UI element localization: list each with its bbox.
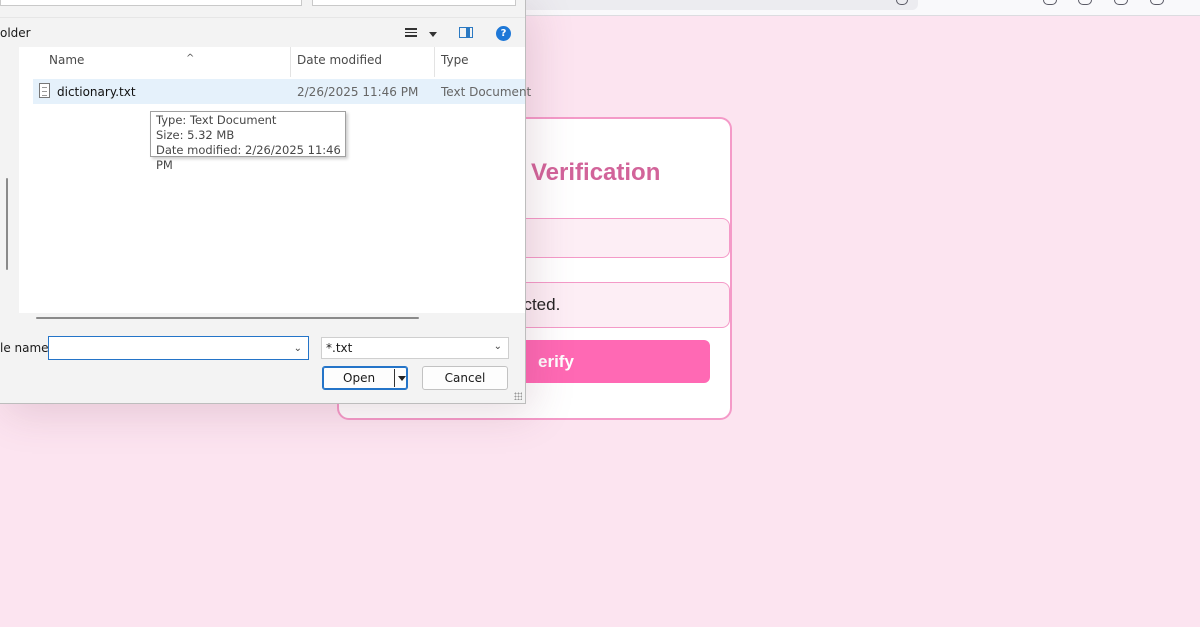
split-divider: [394, 369, 395, 387]
open-dropdown-icon[interactable]: [398, 376, 406, 381]
new-folder-button[interactable]: older: [0, 26, 31, 40]
help-icon[interactable]: ?: [496, 26, 511, 41]
address-input[interactable]: [0, 0, 302, 6]
preview-pane-icon[interactable]: [459, 27, 473, 38]
nav-scrollbar[interactable]: [6, 178, 8, 270]
address-bar[interactable]: [520, 0, 918, 10]
column-type[interactable]: Type: [435, 47, 525, 77]
tooltip-date: Date modified: 2/26/2025 11:46 PM: [156, 143, 341, 172]
menu-icon[interactable]: [1150, 0, 1164, 5]
shield-icon[interactable]: [1043, 0, 1057, 5]
file-tooltip: Type: Text Document Size: 5.32 MB Date m…: [150, 111, 346, 172]
account-icon[interactable]: [1114, 0, 1128, 5]
column-type-label: Type: [441, 53, 469, 67]
file-list: Name ^ Date modified Type dictionary.txt…: [19, 47, 531, 313]
filter-value: *.txt: [326, 341, 353, 355]
tooltip-size: Size: 5.32 MB: [156, 128, 235, 142]
column-name-label: Name: [49, 53, 85, 67]
navigation-pane: [0, 47, 17, 327]
resize-grip-icon[interactable]: [514, 392, 522, 400]
verify-button-label: erify: [538, 351, 574, 371]
view-options-icon[interactable]: [405, 28, 417, 38]
chevron-down-icon[interactable]: ⌄: [294, 343, 302, 354]
file-row[interactable]: dictionary.txt 2/26/2025 11:46 PM Text D…: [33, 79, 531, 104]
chevron-down-icon: ⌄: [493, 341, 502, 352]
open-button[interactable]: Open: [322, 366, 408, 390]
scrollbar-thumb[interactable]: [36, 317, 419, 319]
view-dropdown-icon[interactable]: [429, 32, 437, 37]
tooltip-type: Type: Text Document: [156, 113, 277, 127]
file-type: Text Document: [441, 85, 532, 99]
file-name-label: le name:: [0, 341, 53, 355]
cancel-button[interactable]: Cancel: [422, 366, 508, 390]
horizontal-scrollbar[interactable]: [19, 313, 525, 327]
open-button-label: Open: [343, 371, 376, 385]
file-name: dictionary.txt: [57, 85, 136, 99]
extensions-icon[interactable]: [1078, 0, 1092, 5]
text-file-icon: [39, 83, 50, 98]
file-name-input[interactable]: ⌄: [48, 336, 309, 360]
column-date-label: Date modified: [297, 53, 383, 67]
search-input[interactable]: [312, 0, 516, 6]
file-type-filter[interactable]: *.txt ⌄: [321, 337, 509, 359]
column-name[interactable]: Name ^: [43, 47, 291, 77]
sort-up-icon: ^: [186, 53, 195, 64]
column-date[interactable]: Date modified: [291, 47, 435, 77]
command-bar: older ?: [0, 17, 525, 48]
open-file-dialog: older ? Name ^ Date modified Type dictio…: [0, 0, 531, 404]
file-date: 2/26/2025 11:46 PM: [297, 85, 419, 99]
